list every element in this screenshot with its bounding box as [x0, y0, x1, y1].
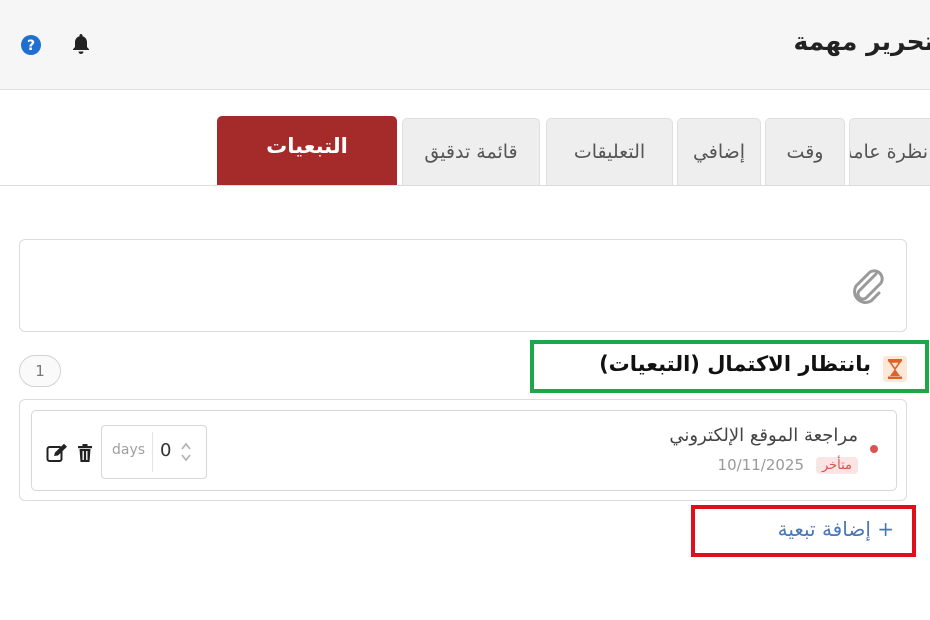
days-value[interactable]: 0 — [160, 440, 171, 461]
add-dependency-link[interactable]: + إضافة تبعية — [778, 517, 894, 541]
tabs-divider — [0, 185, 930, 186]
lag-days-stepper[interactable]: days 0 — [101, 425, 207, 479]
trash-icon[interactable] — [76, 443, 94, 463]
dependency-list: مراجعة الموقع الإلكتروني متأخر 10/11/202… — [19, 399, 907, 501]
page-title: تحرير مهمة — [793, 27, 930, 56]
stepper-divider — [152, 432, 153, 472]
section-title: بانتظار الاكتمال (التبعيات) — [599, 352, 871, 376]
dependency-item: مراجعة الموقع الإلكتروني متأخر 10/11/202… — [31, 410, 897, 491]
add-dependency-highlight: + إضافة تبعية — [691, 505, 916, 557]
tab-dependencies[interactable]: التبعيات — [217, 116, 397, 186]
spinner-arrows-icon[interactable] — [179, 438, 193, 466]
overdue-badge: متأخر — [815, 457, 858, 474]
dependency-date: 10/11/2025 — [717, 456, 804, 474]
status-dot — [870, 445, 878, 453]
paperclip-icon[interactable] — [848, 268, 888, 304]
tab-additional[interactable]: إضافي — [677, 118, 761, 185]
tab-time[interactable]: وقت — [765, 118, 845, 185]
tab-checklist[interactable]: قائمة تدقيق — [402, 118, 540, 185]
days-unit-label: days — [112, 442, 146, 458]
attachment-dropzone[interactable] — [19, 239, 907, 332]
hourglass-icon — [883, 356, 907, 382]
question-circle-icon[interactable]: ? — [20, 34, 42, 56]
svg-text:?: ? — [27, 38, 35, 54]
edit-icon[interactable] — [46, 443, 68, 463]
tab-overview[interactable]: نظرة عامة — [849, 118, 930, 185]
dependency-task-title[interactable]: مراجعة الموقع الإلكتروني — [669, 425, 858, 446]
dependency-count-badge: 1 — [19, 355, 61, 387]
waiting-dependencies-header: بانتظار الاكتمال (التبعيات) — [530, 340, 929, 393]
tab-comments[interactable]: التعليقات — [546, 118, 673, 185]
top-bar: ? تحرير مهمة — [0, 0, 930, 90]
bell-icon[interactable] — [69, 32, 93, 56]
